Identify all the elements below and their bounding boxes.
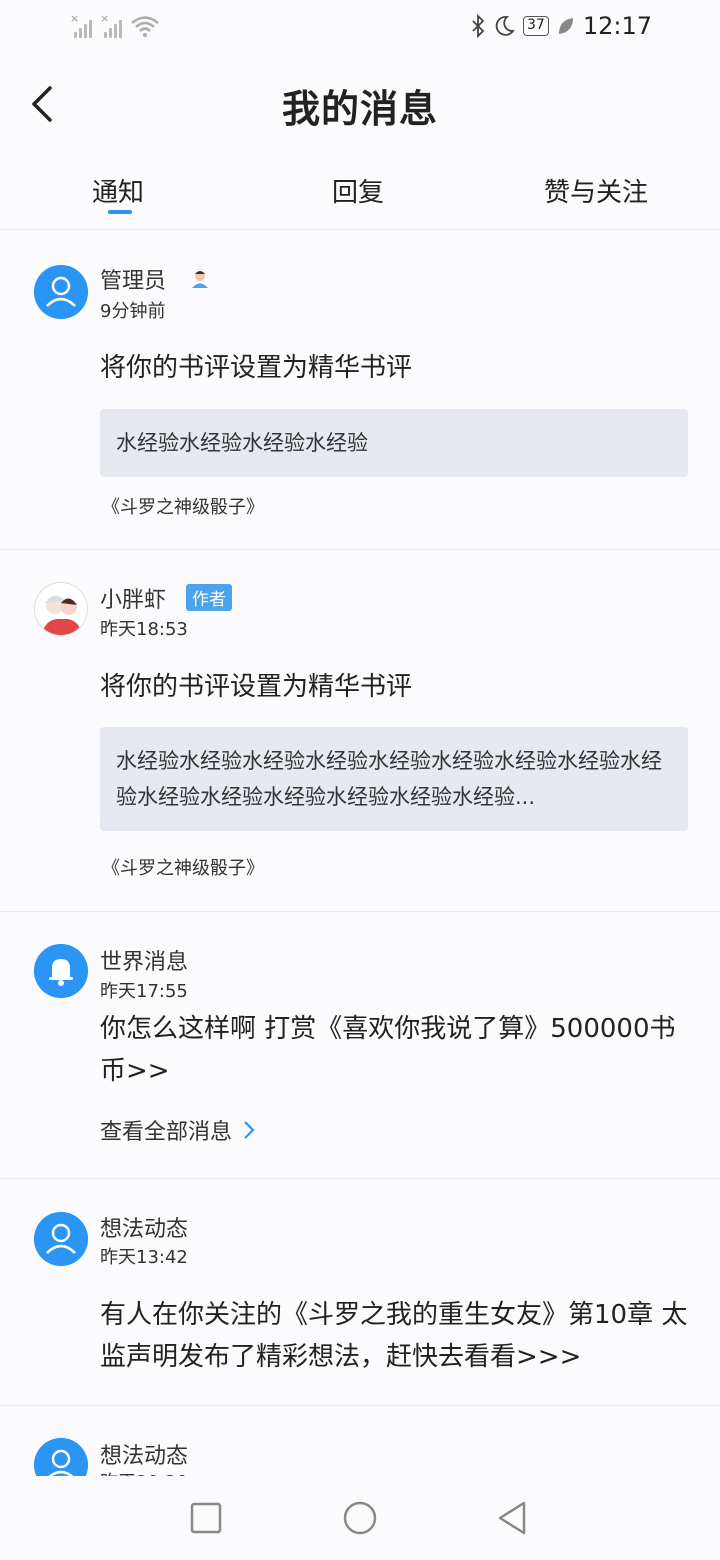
sender-name[interactable]: 小胖虾: [100, 582, 166, 614]
view-all-messages-link[interactable]: 查看全部消息: [100, 1114, 256, 1146]
bluetooth-icon: [472, 14, 485, 38]
message-content: 你怎么这样啊 打赏《喜欢你我说了算》500000书币>>: [100, 1014, 676, 1086]
sender-name[interactable]: 想法动态: [100, 1211, 188, 1243]
clock: 12:17: [582, 12, 652, 40]
user-avatar-icon[interactable]: [34, 1438, 88, 1476]
leaf-icon: [558, 18, 573, 34]
quoted-review[interactable]: 水经验水经验水经验水经验水经验水经验水经验水经验水经验水经验水经验水经验水经验水…: [100, 727, 688, 831]
message-time: 昨天13:42: [100, 1247, 188, 1268]
message-time: 昨天18:53: [100, 619, 188, 640]
status-bar: × × 37 12:17: [0, 0, 720, 56]
status-left: × ×: [70, 12, 160, 38]
header: 我的消息: [0, 56, 720, 152]
page-title: 我的消息: [281, 86, 438, 131]
message-item[interactable]: 想法动态 昨天13:42 有人在你关注的《斗罗之我的重生女友》第10章 太监声明…: [0, 1179, 720, 1406]
recent-apps-icon[interactable]: [188, 1500, 224, 1536]
bell-icon[interactable]: [34, 944, 88, 998]
signal-1-icon: ×: [70, 12, 94, 38]
message-item[interactable]: 管理员 9分钟前 将你的书评设置为精华书评 水经验水经验水经验水经验 《斗罗之神…: [0, 231, 720, 550]
system-nav-bar: [0, 1476, 720, 1560]
back-icon[interactable]: [494, 1500, 530, 1536]
message-time: 昨天20:20: [100, 1468, 188, 1476]
message-time: 9分钟前: [100, 301, 166, 322]
book-title[interactable]: 《斗罗之神级骰子》: [102, 854, 264, 880]
tab-likes-follows[interactable]: 赞与关注: [544, 172, 648, 209]
book-title[interactable]: 《斗罗之神级骰子》: [102, 493, 264, 519]
tab-notifications[interactable]: 通知: [92, 172, 144, 209]
anime-avatar-icon[interactable]: [34, 582, 88, 636]
tab-replies[interactable]: 回复: [332, 172, 384, 209]
message-content: 将你的书评设置为精华书评: [100, 353, 413, 383]
status-right: 37 12:17: [471, 12, 652, 40]
chevron-right-icon: [244, 1121, 255, 1139]
moon-icon: [495, 16, 515, 36]
message-item[interactable]: 世界消息 昨天17:55 你怎么这样啊 打赏《喜欢你我说了算》500000书币>…: [0, 912, 720, 1179]
battery-icon: 37: [523, 16, 549, 36]
message-item[interactable]: 小胖虾 作者 昨天18:53 将你的书评设置为精华书评 水经验水经验水经验水经验…: [0, 550, 720, 912]
sender-name[interactable]: 想法动态: [100, 1438, 188, 1470]
wifi-icon: [131, 16, 159, 37]
author-badge: 作者: [186, 584, 232, 611]
quoted-review[interactable]: 水经验水经验水经验水经验: [100, 409, 688, 477]
message-content: 将你的书评设置为精华书评: [100, 672, 413, 702]
message-content: 有人在你关注的《斗罗之我的重生女友》第10章 太监声明发布了精彩想法，赶快去看看…: [100, 1300, 688, 1372]
view-all-label: 查看全部消息: [100, 1120, 233, 1145]
home-icon[interactable]: [342, 1500, 378, 1536]
admin-badge-icon: [192, 271, 208, 288]
message-item[interactable]: 想法动态 昨天20:20: [0, 1406, 720, 1476]
user-avatar-icon[interactable]: [34, 1212, 88, 1266]
signal-2-icon: ×: [100, 12, 124, 38]
message-time: 昨天17:55: [100, 981, 188, 1002]
user-avatar-icon[interactable]: [34, 265, 88, 319]
tab-bar: 通知 回复 赞与关注: [0, 152, 720, 230]
active-tab-indicator: [108, 210, 132, 214]
sender-name[interactable]: 世界消息: [100, 944, 188, 976]
sender-name[interactable]: 管理员: [100, 263, 166, 295]
